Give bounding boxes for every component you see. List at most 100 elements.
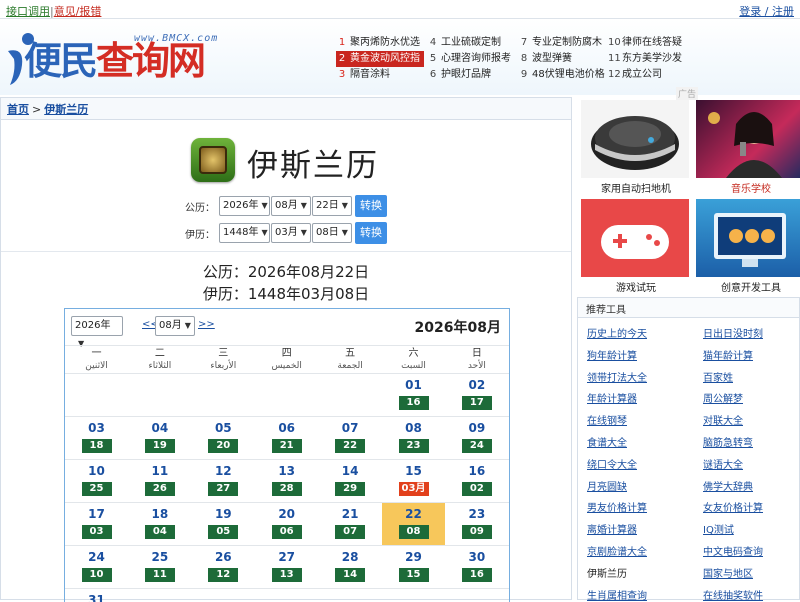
calendar-day[interactable]: 07 22 [319,417,382,459]
hot-link[interactable]: 9 48伏锂电池价格 [518,67,605,83]
tool-item[interactable]: 百家姓 [703,369,733,384]
tool-item[interactable]: 年龄计算器 [587,390,637,405]
tool-item[interactable]: 猫年龄计算 [703,347,753,362]
feedback-link[interactable]: 意见/报错 [54,5,102,18]
tool-link[interactable]: 女友价格计算 [703,503,763,514]
calendar-month-select[interactable]: 08月 ▼ [155,316,195,336]
calendar-day[interactable]: 02 17 [445,374,508,416]
hot-link[interactable]: 1 聚丙烯防水优选 [336,35,420,51]
calendar-year-select[interactable]: 2026年▼ [71,316,123,348]
convert-gregorian-button[interactable]: 转换 [355,195,387,217]
hot-link[interactable]: 4 工业硫碳定制 [427,35,501,51]
calendar-day[interactable]: 21 07 [319,503,382,545]
tool-item[interactable]: 中文电码查询 [703,543,763,558]
hot-link[interactable]: 8 波型弹簧 [518,51,572,67]
tool-link[interactable]: 年龄计算器 [587,394,637,405]
calendar-day[interactable]: 04 19 [128,417,191,459]
tool-link[interactable]: 猫年龄计算 [703,351,753,362]
tool-item[interactable]: 离婚计算器 [587,521,637,536]
tool-item[interactable]: 月亮圆缺 [587,478,627,493]
tool-link[interactable]: 对联大全 [703,416,743,427]
tool-link[interactable]: 日出日没时刻 [703,329,763,340]
hot-link[interactable]: 10律师在线答疑 [608,35,682,51]
tool-link[interactable]: 历史上的今天 [587,329,647,340]
hot-link[interactable]: 3 隔音涂料 [336,67,390,83]
tool-item[interactable]: 日出日没时刻 [703,325,763,340]
tool-link[interactable]: 绕口令大全 [587,460,637,471]
hot-link[interactable]: 12成立公司 [608,67,662,83]
hot-link[interactable]: 11东方美学沙发 [608,51,682,67]
tool-item[interactable]: 领带打法大全 [587,369,647,384]
next-month-link[interactable]: >> [198,319,215,330]
calendar-day[interactable]: 18 04 [128,503,191,545]
calendar-day-today[interactable]: 22 08 [382,503,445,545]
tool-item[interactable]: 女友价格计算 [703,499,763,514]
calendar-day[interactable]: 01 16 [382,374,445,416]
calendar-day[interactable]: 20 06 [255,503,318,545]
calendar-day[interactable]: 25 11 [128,546,191,588]
tool-link[interactable]: IQ测试 [703,525,734,536]
tool-item[interactable]: 佛学大辞典 [703,478,753,493]
calendar-day[interactable]: 28 14 [319,546,382,588]
tool-link[interactable]: 狗年龄计算 [587,351,637,362]
tool-link[interactable]: 国家与地区 [703,569,753,580]
api-link[interactable]: 接口调用 [6,5,50,18]
calendar-day[interactable]: 10 25 [65,460,128,502]
islamic-month-select[interactable]: 03月 ▼ [271,223,311,243]
hot-link-highlighted[interactable]: 2 黄金波动风控指 [336,51,424,67]
breadcrumb-home[interactable]: 首页 [7,103,29,116]
islamic-year-select[interactable]: 1448年 ▼ [219,223,270,243]
ad-music-school[interactable]: 音乐学校 [692,97,800,195]
calendar-day[interactable]: 29 15 [382,546,445,588]
tool-link[interactable]: 脑筋急转弯 [703,438,753,449]
tool-item[interactable]: 谜语大全 [703,456,743,471]
calendar-day[interactable]: 05 20 [192,417,255,459]
tool-link[interactable]: 领带打法大全 [587,373,647,384]
hot-link[interactable]: 6 护眼灯品牌 [427,67,491,83]
tool-link[interactable]: 京剧脸谱大全 [587,547,647,558]
tool-link[interactable]: 百家姓 [703,373,733,384]
tool-item[interactable]: 历史上的今天 [587,325,647,340]
tool-item[interactable]: 对联大全 [703,412,743,427]
calendar-day[interactable]: 13 28 [255,460,318,502]
tool-link[interactable]: 月亮圆缺 [587,482,627,493]
tool-link[interactable]: 中文电码查询 [703,547,763,558]
calendar-day[interactable]: 24 10 [65,546,128,588]
tool-link[interactable]: 佛学大辞典 [703,482,753,493]
tool-link[interactable]: 男友价格计算 [587,503,647,514]
calendar-day[interactable]: 14 29 [319,460,382,502]
tool-item[interactable]: 绕口令大全 [587,456,637,471]
tool-link[interactable]: 在线钢琴 [587,416,627,427]
calendar-day[interactable]: 08 23 [382,417,445,459]
tool-item[interactable]: 生肖属相查询 [587,587,647,602]
tool-link[interactable]: 离婚计算器 [587,525,637,536]
tool-item[interactable]: 国家与地区 [703,565,753,580]
hot-link[interactable]: 7 专业定制防腐木 [518,35,602,51]
convert-islamic-button[interactable]: 转换 [355,222,387,244]
site-logo[interactable]: www.BMCX.com 便民查询网 [6,25,246,87]
calendar-day[interactable]: 06 21 [255,417,318,459]
hot-link[interactable]: 5 心理咨询师报考 [427,51,511,67]
calendar-day[interactable]: 23 09 [445,503,508,545]
tool-item[interactable]: 伊斯兰历 [587,565,627,580]
calendar-day[interactable]: 30 16 [445,546,508,588]
calendar-day[interactable]: 27 13 [255,546,318,588]
tool-item[interactable]: 周公解梦 [703,390,743,405]
calendar-day[interactable]: 17 03 [65,503,128,545]
ad-game-trial[interactable]: 游戏试玩 [577,196,689,294]
gregorian-month-select[interactable]: 08月 ▼ [271,196,311,216]
tool-item[interactable]: 食谱大全 [587,434,627,449]
calendar-day[interactable]: 03 18 [65,417,128,459]
calendar-day[interactable]: 12 27 [192,460,255,502]
calendar-day[interactable]: 31 [65,589,128,602]
calendar-day[interactable]: 11 26 [128,460,191,502]
calendar-day[interactable]: 15 03月 [382,460,445,502]
gregorian-day-select[interactable]: 22日 ▼ [312,196,352,216]
tool-item[interactable]: 男友价格计算 [587,499,647,514]
breadcrumb-current[interactable]: 伊斯兰历 [44,103,88,116]
calendar-day[interactable]: 09 24 [445,417,508,459]
tool-item[interactable]: 在线抽奖软件 [703,587,763,602]
tool-item[interactable]: 脑筋急转弯 [703,434,753,449]
tool-item[interactable]: 在线钢琴 [587,412,627,427]
gregorian-year-select[interactable]: 2026年 ▼ [219,196,270,216]
